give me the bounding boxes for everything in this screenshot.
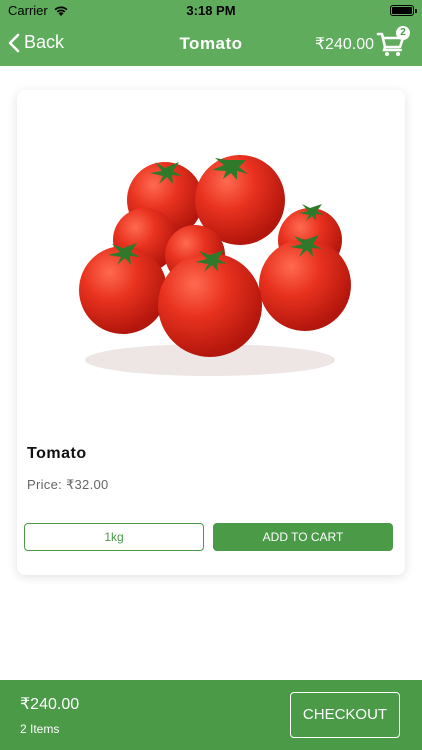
- add-to-cart-button[interactable]: ADD TO CART: [213, 523, 393, 551]
- product-name: Tomato: [27, 445, 87, 462]
- checkout-bar: ₹240.00 2 Items CHECKOUT: [0, 680, 422, 750]
- product-image: [79, 155, 351, 376]
- header-cart-total: ₹240.00: [314, 36, 374, 53]
- cart-badge: 2: [396, 26, 410, 40]
- quantity-selector[interactable]: 1kg: [24, 523, 204, 551]
- battery-icon: [390, 5, 417, 16]
- checkout-button[interactable]: CHECKOUT: [290, 692, 400, 738]
- cart-item-count: 2 Items: [20, 722, 60, 736]
- cart-button[interactable]: 2: [376, 26, 410, 60]
- product-price: Price: ₹32.00: [27, 477, 109, 492]
- cart-total: ₹240.00: [20, 696, 80, 713]
- product-card: Tomato Price: ₹32.00 1kg ADD TO CART: [17, 90, 405, 575]
- nav-bar: Back Tomato ₹240.00 2: [0, 22, 422, 66]
- status-bar: Carrier 3:18 PM: [0, 0, 422, 22]
- status-time: 3:18 PM: [186, 3, 236, 18]
